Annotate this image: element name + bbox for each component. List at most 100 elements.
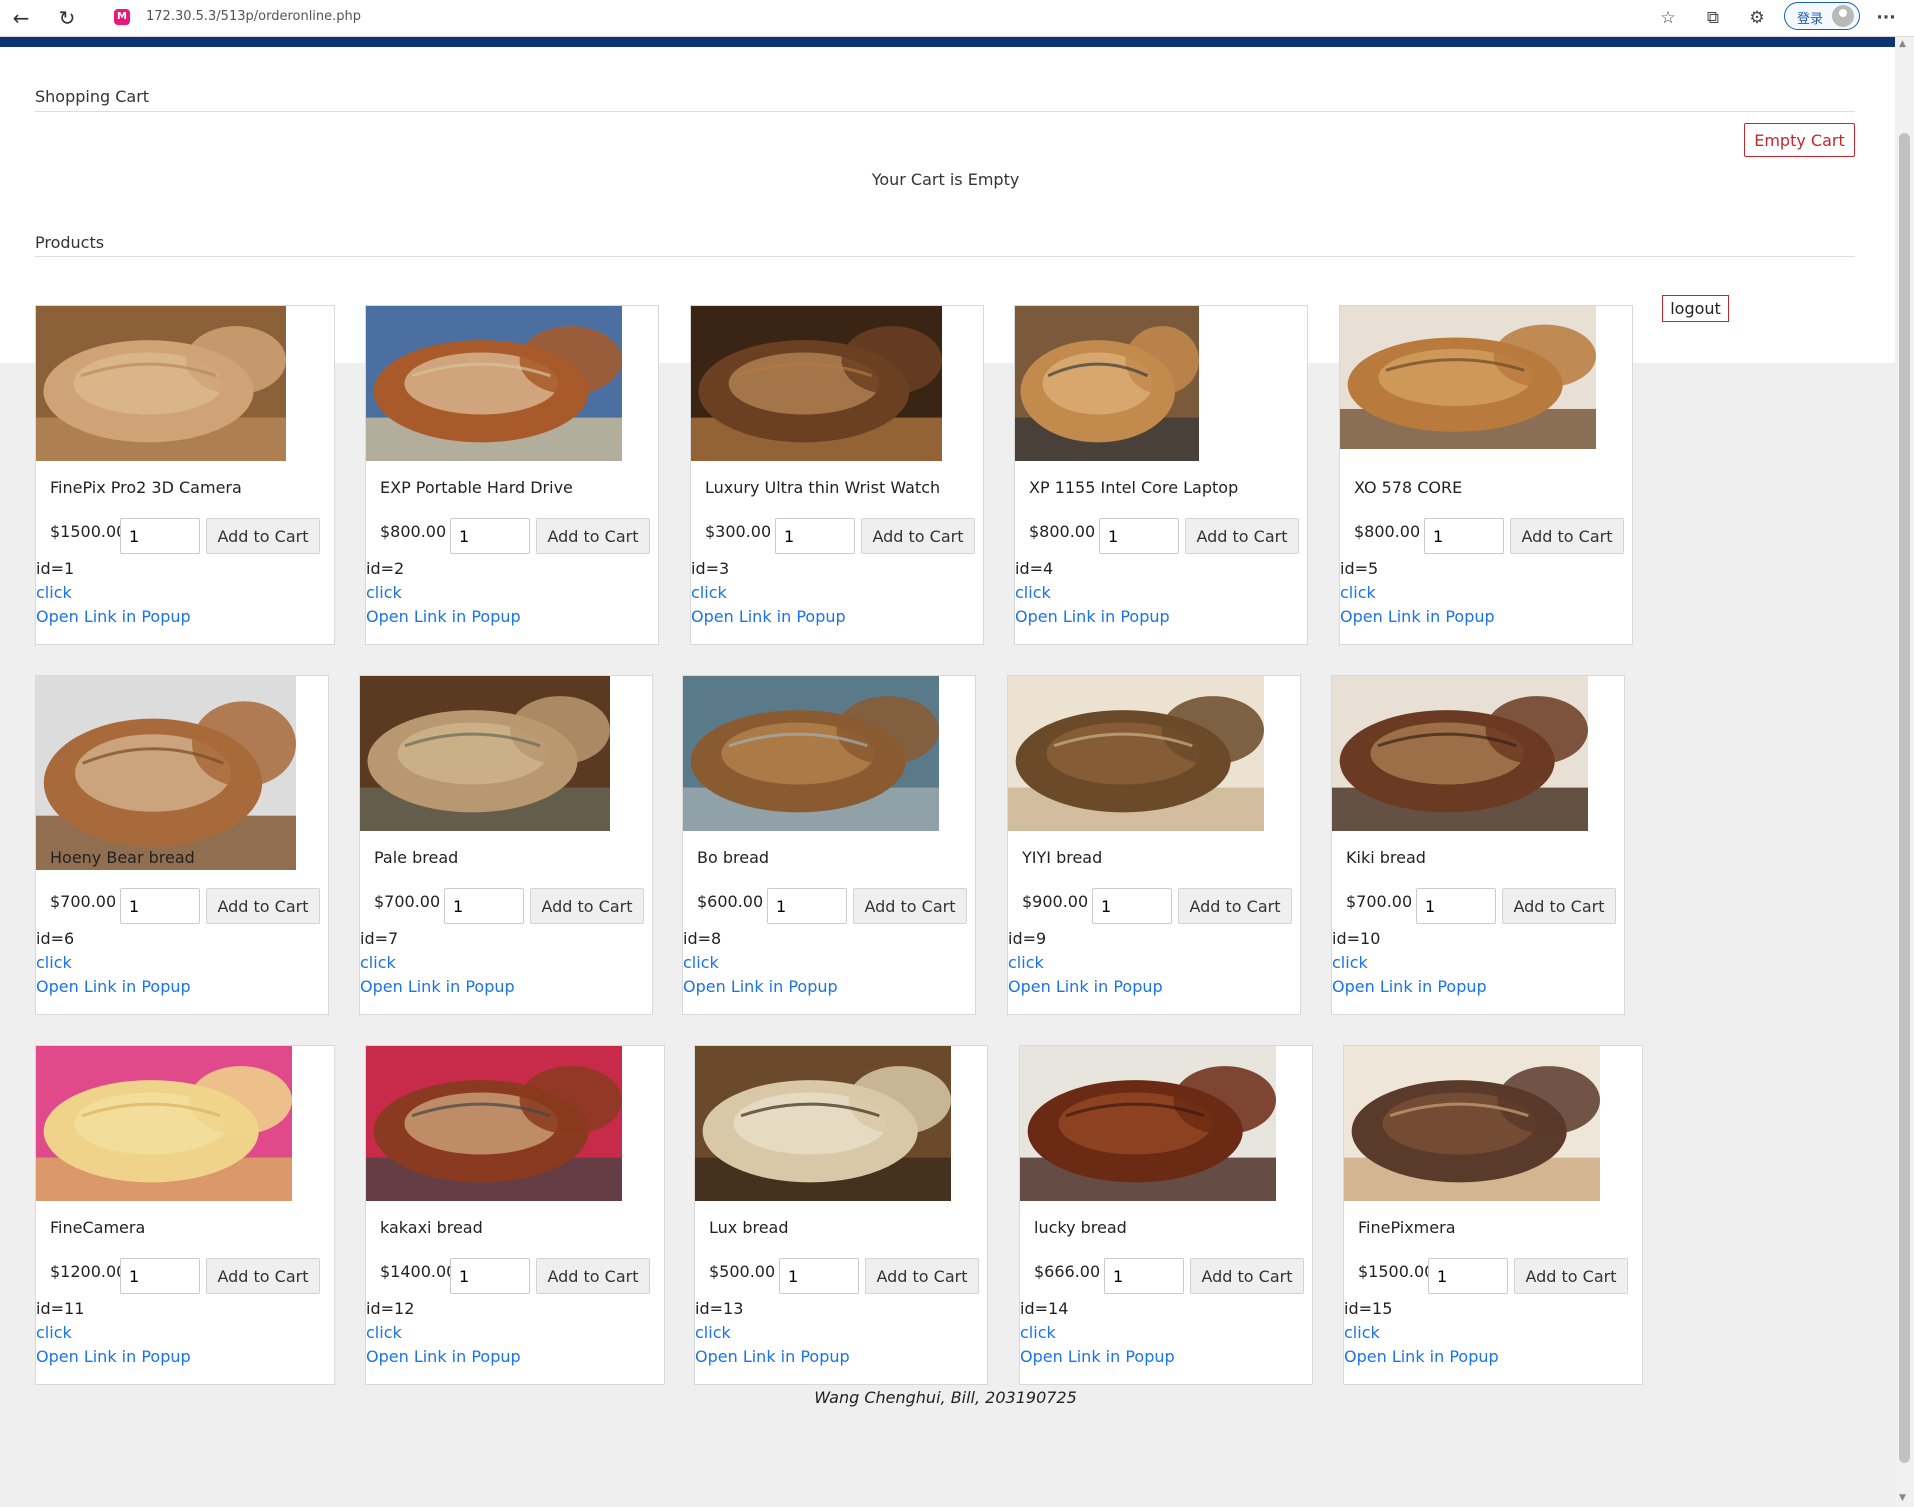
add-to-cart-button[interactable]: Add to Cart	[530, 888, 644, 924]
site-favicon-icon: M	[114, 9, 130, 25]
open-popup-link[interactable]: Open Link in Popup	[1008, 977, 1163, 996]
divider	[35, 111, 1855, 112]
add-to-cart-button[interactable]: Add to Cart	[1514, 1258, 1628, 1294]
product-card: Lux bread $500.00 Add to Cart id=13 clic…	[694, 1045, 988, 1385]
product-id: id=2	[366, 559, 405, 578]
quantity-input[interactable]	[120, 518, 200, 554]
product-card: Hoeny Bear bread $700.00 Add to Cart id=…	[35, 675, 329, 1015]
scroll-down-icon[interactable]: ▼	[1899, 1493, 1906, 1503]
open-popup-link[interactable]: Open Link in Popup	[683, 977, 838, 996]
quantity-input[interactable]	[1099, 518, 1179, 554]
add-to-cart-button[interactable]: Add to Cart	[1178, 888, 1292, 924]
open-popup-link[interactable]: Open Link in Popup	[1344, 1347, 1499, 1366]
quantity-input[interactable]	[1416, 888, 1496, 924]
open-popup-link[interactable]: Open Link in Popup	[691, 607, 846, 626]
product-name: Bo bread	[697, 848, 770, 867]
add-to-cart-button[interactable]: Add to Cart	[536, 518, 650, 554]
add-to-cart-button[interactable]: Add to Cart	[206, 888, 320, 924]
page-scrollbar[interactable]: ▲ ▼	[1895, 37, 1914, 1507]
product-id: id=9	[1008, 929, 1047, 948]
scroll-thumb[interactable]	[1899, 133, 1910, 1463]
quantity-input[interactable]	[1428, 1258, 1508, 1294]
open-popup-link[interactable]: Open Link in Popup	[360, 977, 515, 996]
product-price: $500.00	[709, 1262, 776, 1281]
product-image	[1340, 306, 1596, 449]
add-to-cart-button[interactable]: Add to Cart	[536, 1258, 650, 1294]
shopping-cart-heading: Shopping Cart	[35, 87, 150, 106]
product-price: $1500.00	[50, 522, 127, 541]
open-popup-link[interactable]: Open Link in Popup	[695, 1347, 850, 1366]
product-price: $900.00	[1022, 892, 1089, 911]
add-to-cart-button[interactable]: Add to Cart	[1502, 888, 1616, 924]
open-popup-link[interactable]: Open Link in Popup	[1020, 1347, 1175, 1366]
open-popup-link[interactable]: Open Link in Popup	[36, 1347, 191, 1366]
quantity-input[interactable]	[120, 1258, 200, 1294]
open-popup-link[interactable]: Open Link in Popup	[36, 607, 191, 626]
click-link[interactable]: click	[366, 583, 402, 602]
add-to-cart-button[interactable]: Add to Cart	[1190, 1258, 1304, 1294]
scroll-up-icon[interactable]: ▲	[1899, 39, 1906, 49]
click-link[interactable]: click	[36, 1323, 72, 1342]
profile-login-button[interactable]: 登录	[1784, 2, 1860, 30]
extensions-icon[interactable]: ⚙	[1742, 3, 1772, 33]
open-popup-link[interactable]: Open Link in Popup	[1340, 607, 1495, 626]
quantity-input[interactable]	[444, 888, 524, 924]
page-content: Shopping Cart Empty Cart Your Cart is Em…	[0, 37, 1895, 1507]
product-id: id=7	[360, 929, 399, 948]
open-popup-link[interactable]: Open Link in Popup	[366, 607, 521, 626]
empty-cart-button[interactable]: Empty Cart	[1744, 123, 1855, 157]
quantity-input[interactable]	[450, 1258, 530, 1294]
add-to-cart-button[interactable]: Add to Cart	[206, 518, 320, 554]
click-link[interactable]: click	[366, 1323, 402, 1342]
add-to-cart-button[interactable]: Add to Cart	[861, 518, 975, 554]
back-arrow-icon[interactable]: ←	[6, 3, 36, 33]
click-link[interactable]: click	[1008, 953, 1044, 972]
product-price: $700.00	[1346, 892, 1413, 911]
reload-icon[interactable]: ↻	[52, 3, 82, 33]
click-link[interactable]: click	[36, 583, 72, 602]
more-menu-icon[interactable]: ···	[1871, 3, 1901, 33]
quantity-input[interactable]	[775, 518, 855, 554]
product-card: lucky bread $666.00 Add to Cart id=14 cl…	[1019, 1045, 1313, 1385]
click-link[interactable]: click	[1344, 1323, 1380, 1342]
click-link[interactable]: click	[1020, 1323, 1056, 1342]
click-link[interactable]: click	[691, 583, 727, 602]
product-id: id=4	[1015, 559, 1054, 578]
add-to-cart-button[interactable]: Add to Cart	[206, 1258, 320, 1294]
logout-button[interactable]: logout	[1662, 295, 1729, 322]
header-bar	[0, 37, 1895, 47]
product-card: YIYI bread $900.00 Add to Cart id=9 clic…	[1007, 675, 1301, 1015]
click-link[interactable]: click	[1015, 583, 1051, 602]
click-link[interactable]: click	[1340, 583, 1376, 602]
click-link[interactable]: click	[36, 953, 72, 972]
open-popup-link[interactable]: Open Link in Popup	[1015, 607, 1170, 626]
quantity-input[interactable]	[779, 1258, 859, 1294]
product-card: FinePix Pro2 3D Camera $1500.00 Add to C…	[35, 305, 335, 645]
quantity-input[interactable]	[1104, 1258, 1184, 1294]
favorite-star-icon[interactable]: ☆	[1653, 3, 1683, 33]
address-bar[interactable]: M 172.30.5.3/513p/orderonline.php	[104, 2, 1644, 32]
quantity-input[interactable]	[1092, 888, 1172, 924]
quantity-input[interactable]	[767, 888, 847, 924]
add-to-cart-button[interactable]: Add to Cart	[1510, 518, 1624, 554]
quantity-input[interactable]	[450, 518, 530, 554]
add-to-cart-button[interactable]: Add to Cart	[1185, 518, 1299, 554]
product-price: $1500.00	[1358, 1262, 1435, 1281]
click-link[interactable]: click	[1332, 953, 1368, 972]
product-name: FinePix Pro2 3D Camera	[50, 478, 242, 497]
add-to-cart-button[interactable]: Add to Cart	[853, 888, 967, 924]
collections-icon[interactable]: ⧉	[1698, 3, 1728, 33]
product-id: id=10	[1332, 929, 1381, 948]
url-text[interactable]: 172.30.5.3/513p/orderonline.php	[146, 9, 361, 24]
quantity-input[interactable]	[120, 888, 200, 924]
click-link[interactable]: click	[360, 953, 396, 972]
open-popup-link[interactable]: Open Link in Popup	[366, 1347, 521, 1366]
open-popup-link[interactable]: Open Link in Popup	[1332, 977, 1487, 996]
product-image	[1332, 676, 1588, 831]
click-link[interactable]: click	[695, 1323, 731, 1342]
add-to-cart-button[interactable]: Add to Cart	[865, 1258, 979, 1294]
product-image	[1015, 306, 1199, 461]
click-link[interactable]: click	[683, 953, 719, 972]
open-popup-link[interactable]: Open Link in Popup	[36, 977, 191, 996]
quantity-input[interactable]	[1424, 518, 1504, 554]
